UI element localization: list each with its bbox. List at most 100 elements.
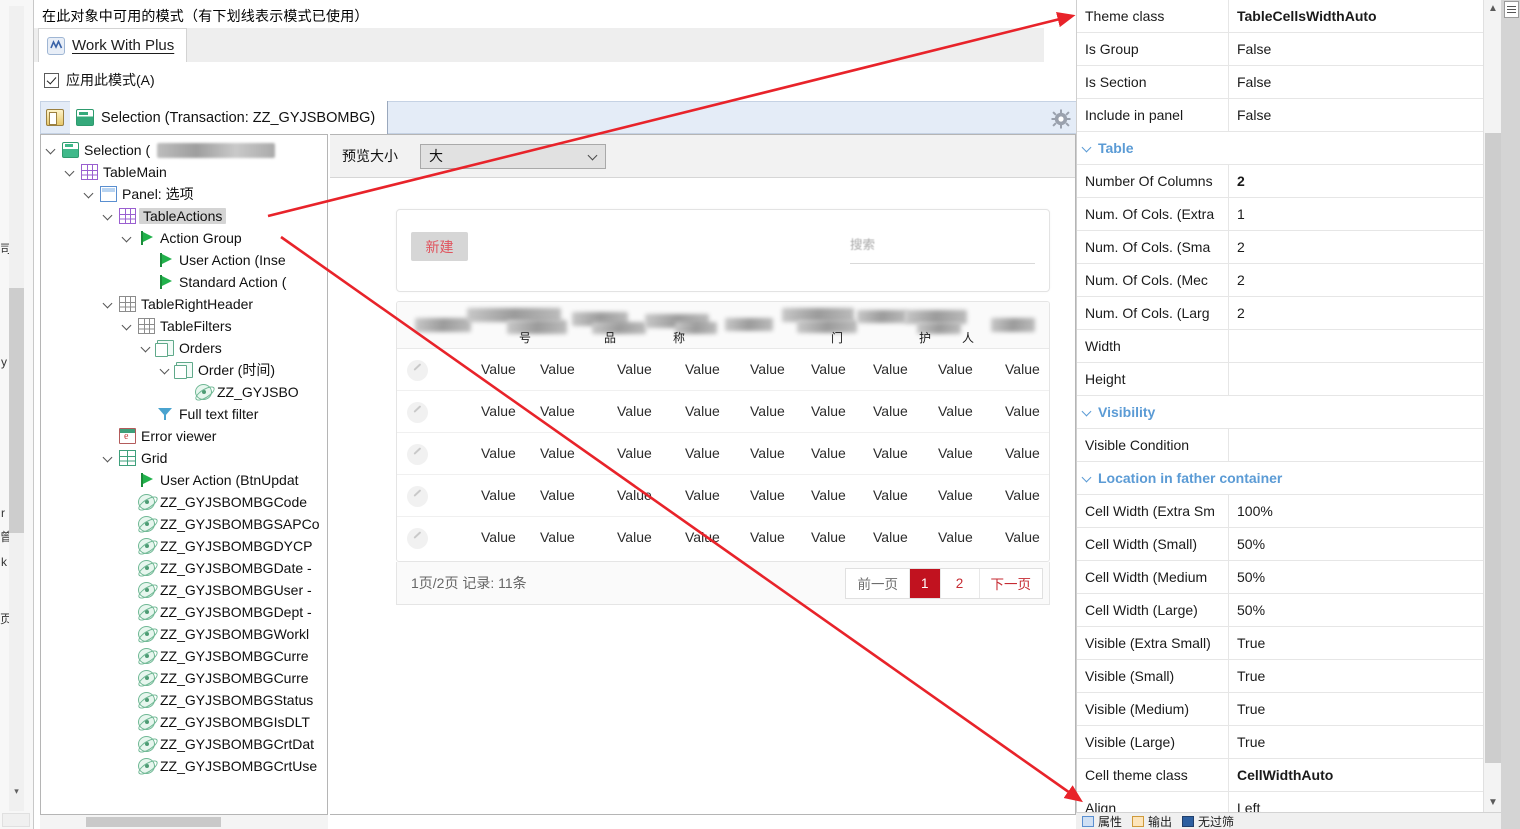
- property-value[interactable]: [1229, 363, 1483, 395]
- tree-node[interactable]: ZZ_GYJSBOMBGDept -: [121, 601, 312, 623]
- tree-hscrollbar-thumb[interactable]: [86, 817, 221, 827]
- tree-node[interactable]: ZZ_GYJSBOMBGCrtDat: [121, 733, 314, 755]
- property-row[interactable]: Number Of Columns 2: [1077, 165, 1483, 198]
- property-row[interactable]: Cell theme class CellWidthAuto: [1077, 759, 1483, 792]
- property-row[interactable]: Cell Width (Small) 50%: [1077, 528, 1483, 561]
- properties-scrollbar[interactable]: ▲ ▼: [1483, 0, 1501, 812]
- tree-node[interactable]: ZZ_GYJSBOMBGDate -: [121, 557, 312, 579]
- property-value[interactable]: False: [1229, 66, 1483, 98]
- property-value[interactable]: 100%: [1229, 495, 1483, 527]
- pager-next-button[interactable]: 下一页: [980, 569, 1043, 598]
- tree-node[interactable]: ZZ_GYJSBOMBGCode: [121, 491, 307, 513]
- edit-pencil-icon[interactable]: [407, 360, 428, 381]
- pager-page-1[interactable]: 1: [909, 568, 941, 598]
- tree-node[interactable]: Grid: [102, 447, 167, 469]
- property-row[interactable]: Visible (Medium) True: [1077, 693, 1483, 726]
- property-row[interactable]: Visible (Extra Small) True: [1077, 627, 1483, 660]
- chevron-down-icon[interactable]: [159, 364, 171, 376]
- chevron-down-icon[interactable]: [64, 166, 76, 178]
- property-row[interactable]: Cell Width (Medium 50%: [1077, 561, 1483, 594]
- property-value[interactable]: True: [1229, 726, 1483, 758]
- bottom-tab-bar[interactable]: 属性 输出 无过筛: [1076, 812, 1501, 829]
- tree-node[interactable]: Standard Action (: [140, 271, 286, 293]
- property-row[interactable]: Align Left: [1077, 792, 1483, 812]
- object-tree-panel[interactable]: Selection (TableMain Panel: 选项 TableAction…: [40, 134, 328, 815]
- tree-node[interactable]: Full text filter: [140, 403, 258, 425]
- chevron-down-icon[interactable]: [102, 210, 114, 222]
- table-row[interactable]: Value Value Value Value Value Value Value Value…: [397, 349, 1049, 391]
- edit-pencil-icon[interactable]: [407, 486, 428, 507]
- tab-output[interactable]: 输出: [1132, 813, 1172, 829]
- tree-node[interactable]: ZZ_GYJSBOMBGSAPCo: [121, 513, 319, 535]
- pagination-control[interactable]: 前一页 1 2 下一页: [845, 567, 1043, 599]
- property-value[interactable]: 50%: [1229, 528, 1483, 560]
- property-row[interactable]: Num. Of Cols. (Mec 2: [1077, 264, 1483, 297]
- property-row[interactable]: Theme class TableCellsWidthAuto: [1077, 0, 1483, 33]
- properties-scrollbar-thumb[interactable]: [1485, 133, 1501, 763]
- tree-node[interactable]: TableRightHeader: [102, 293, 253, 315]
- tree-node[interactable]: ZZ_GYJSBOMBGWorkl: [121, 623, 309, 645]
- tree-node[interactable]: Order (时间): [159, 359, 275, 381]
- property-value[interactable]: 50%: [1229, 594, 1483, 626]
- preview-size-select[interactable]: 大: [420, 143, 606, 169]
- property-row[interactable]: Num. Of Cols. (Larg 2: [1077, 297, 1483, 330]
- tree-node[interactable]: Action Group: [121, 227, 242, 249]
- table-row[interactable]: Value Value Value Value Value Value Value Value…: [397, 433, 1049, 475]
- table-row[interactable]: Value Value Value Value Value Value Value Value…: [397, 391, 1049, 433]
- edit-pencil-icon[interactable]: [407, 402, 428, 423]
- property-value[interactable]: True: [1229, 627, 1483, 659]
- scroll-up-icon[interactable]: ▲: [1484, 0, 1502, 18]
- tree-node[interactable]: Error viewer: [102, 425, 216, 447]
- property-value[interactable]: [1229, 429, 1483, 461]
- property-value[interactable]: 50%: [1229, 561, 1483, 593]
- chevron-down-icon[interactable]: [121, 320, 133, 332]
- object-properties-icon[interactable]: [46, 109, 64, 126]
- property-group-header[interactable]: Visibility: [1077, 396, 1483, 429]
- apply-pattern-checkbox[interactable]: [44, 72, 59, 88]
- tree-node[interactable]: Panel: 选项: [83, 183, 194, 205]
- tree-node[interactable]: User Action (Inse: [140, 249, 286, 271]
- property-value[interactable]: 1: [1229, 198, 1483, 230]
- tree-node[interactable]: TableActions: [102, 205, 227, 227]
- apply-pattern-checkbox-row[interactable]: 应用此模式(A): [44, 70, 155, 90]
- property-value[interactable]: True: [1229, 660, 1483, 692]
- chevron-down-icon[interactable]: [1082, 143, 1093, 154]
- table-row[interactable]: Value Value Value Value Value Value Value Value…: [397, 517, 1049, 559]
- tree-node[interactable]: ZZ_GYJSBOMBGCurre: [121, 667, 309, 689]
- property-row[interactable]: Num. Of Cols. (Sma 2: [1077, 231, 1483, 264]
- tree-node[interactable]: ZZ_GYJSBOMBGCrtUse: [121, 755, 317, 777]
- property-value[interactable]: False: [1229, 33, 1483, 65]
- tree-node[interactable]: ZZ_GYJSBOMBGIsDLT: [121, 711, 310, 733]
- property-value[interactable]: 2: [1229, 264, 1483, 296]
- left-pane-hscrollbar[interactable]: [2, 813, 30, 827]
- property-row[interactable]: Height: [1077, 363, 1483, 396]
- gear-icon[interactable]: [1051, 109, 1071, 129]
- chevron-down-icon[interactable]: [45, 144, 57, 156]
- tree-node[interactable]: ZZ_GYJSBOMBGDYCP: [121, 535, 312, 557]
- tree-node[interactable]: ZZ_GYJSBOMBGStatus: [121, 689, 313, 711]
- property-row[interactable]: Include in panel False: [1077, 99, 1483, 132]
- scroll-down-icon[interactable]: ▾: [9, 783, 24, 799]
- edit-pencil-icon[interactable]: [407, 528, 428, 549]
- tree-node[interactable]: TableMain: [64, 161, 167, 183]
- chevron-down-icon[interactable]: [1082, 407, 1093, 418]
- tree-node[interactable]: ZZ_GYJSBO: [178, 381, 299, 403]
- property-group-header[interactable]: Location in father container: [1077, 462, 1483, 495]
- pager-page-2[interactable]: 2: [941, 568, 980, 598]
- chevron-down-icon[interactable]: [102, 452, 114, 464]
- property-value[interactable]: [1229, 330, 1483, 362]
- tab-selection-transaction[interactable]: Selection (Transaction: ZZ_GYJSBOMBG): [70, 101, 389, 134]
- property-row[interactable]: Width: [1077, 330, 1483, 363]
- property-value[interactable]: True: [1229, 693, 1483, 725]
- chevron-down-icon[interactable]: [1082, 473, 1093, 484]
- property-row[interactable]: Cell Width (Extra Sm 100%: [1077, 495, 1483, 528]
- tree-node[interactable]: User Action (BtnUpdat: [121, 469, 299, 491]
- property-row[interactable]: Num. Of Cols. (Extra 1: [1077, 198, 1483, 231]
- property-row[interactable]: Is Group False: [1077, 33, 1483, 66]
- property-row[interactable]: Is Section False: [1077, 66, 1483, 99]
- tab-properties[interactable]: 属性: [1082, 813, 1122, 829]
- chevron-down-icon[interactable]: [102, 298, 114, 310]
- property-value[interactable]: False: [1229, 99, 1483, 131]
- left-pane-scrollbar-thumb[interactable]: [9, 288, 24, 533]
- property-row[interactable]: Visible Condition: [1077, 429, 1483, 462]
